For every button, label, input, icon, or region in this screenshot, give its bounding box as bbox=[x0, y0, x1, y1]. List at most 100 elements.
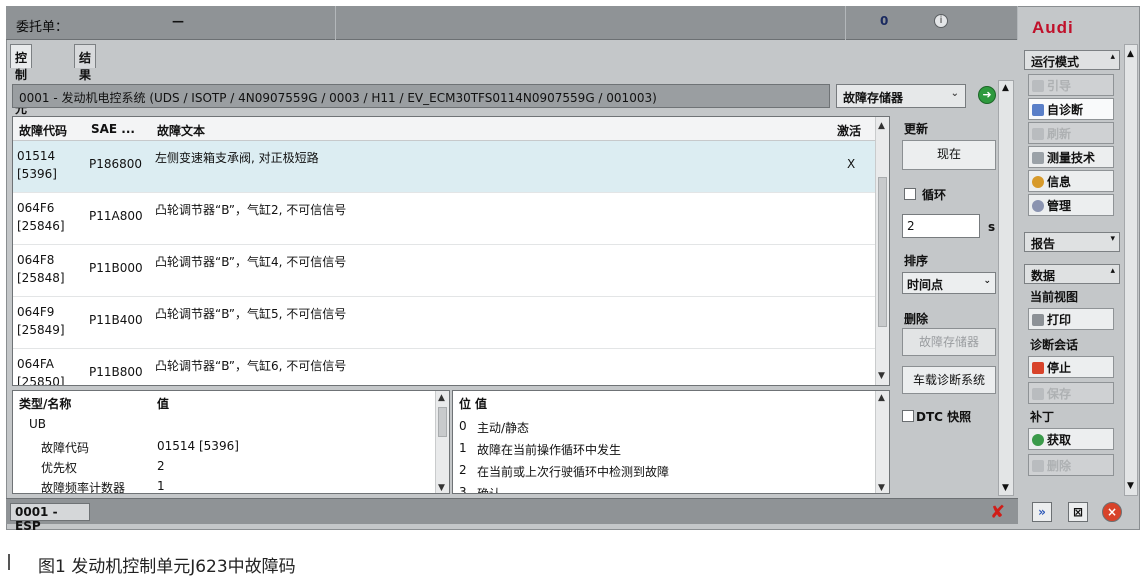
sidebar-item-guided[interactable]: 引导 bbox=[1028, 74, 1114, 96]
scroll-up-icon[interactable]: ▲ bbox=[438, 393, 445, 403]
delete-memory-button[interactable]: 故障存储器 bbox=[902, 328, 996, 356]
env-name: 优先权 bbox=[41, 461, 78, 475]
window-icon[interactable]: ⊠ bbox=[1068, 502, 1088, 522]
sidebar-item-flash[interactable]: 刷新 bbox=[1028, 122, 1114, 144]
delete-icon bbox=[1032, 460, 1044, 472]
fault-row[interactable]: 064F6 [25846] P11A800 凸轮调节器“B”，气缸2, 不可信信号 bbox=[13, 193, 875, 245]
patch-label: 补丁 bbox=[1030, 410, 1055, 424]
exit-icon[interactable]: × bbox=[1102, 502, 1122, 522]
brand-logo: Audi bbox=[1032, 18, 1074, 37]
data-header[interactable]: 数据 ▴ bbox=[1024, 264, 1120, 284]
guided-icon bbox=[1032, 80, 1044, 92]
status-segment bbox=[846, 6, 1018, 40]
fault-row[interactable]: 064F8 [25848] P11B000 凸轮调节器“B”，气缸4, 不可信信号 bbox=[13, 245, 875, 297]
self-diagnosis-icon bbox=[1032, 104, 1044, 116]
detail-left-scrollbar[interactable]: ▲ ▼ bbox=[435, 391, 449, 493]
status-bit: 1 bbox=[459, 441, 467, 455]
mode-title: 运行模式 bbox=[1031, 55, 1080, 69]
expand-icon[interactable]: ▾ bbox=[1110, 234, 1115, 244]
scroll-down-icon[interactable]: ▼ bbox=[878, 483, 885, 493]
fault-text: 左侧变速箱支承阀, 对正极短路 bbox=[155, 151, 319, 165]
fault-text: 凸轮调节器“B”，气缸2, 不可信信号 bbox=[155, 203, 347, 217]
report-title: 报告 bbox=[1031, 237, 1056, 251]
chevron-down-icon: ⌄ bbox=[950, 88, 959, 99]
status-bit: 0 bbox=[459, 419, 467, 433]
sort-select[interactable]: 时间点 ⌄ bbox=[902, 272, 996, 294]
info-icon[interactable]: i bbox=[934, 14, 948, 28]
message-count: 0 bbox=[880, 14, 889, 28]
env-value: 1 bbox=[157, 479, 165, 493]
scroll-down-icon[interactable]: ▼ bbox=[1002, 483, 1009, 493]
interval-input[interactable]: 2 bbox=[902, 214, 980, 238]
collapse-icon[interactable]: ▴ bbox=[1110, 266, 1115, 276]
sidebar-item-measurement[interactable]: 测量技术 bbox=[1028, 146, 1114, 168]
fault-code: 064F8 [25848] bbox=[17, 251, 65, 287]
controls-scrollbar[interactable]: ▲ ▼ bbox=[998, 80, 1014, 496]
fault-sae: P186800 bbox=[89, 157, 143, 171]
tab-results[interactable]: 结果 bbox=[74, 44, 97, 82]
update-now-button[interactable]: 现在 bbox=[902, 140, 996, 170]
sidebar-item-label: 刷新 bbox=[1047, 127, 1072, 141]
save-label: 保存 bbox=[1047, 387, 1072, 401]
status-bar: 0001 - ESP bbox=[6, 498, 1018, 533]
status-bit-text: 确认 bbox=[477, 487, 502, 494]
get-button[interactable]: 获取 bbox=[1028, 428, 1114, 450]
col-sae[interactable]: SAE ... bbox=[91, 122, 135, 136]
memory-select[interactable]: 故障存储器 ⌄ bbox=[836, 84, 966, 108]
patch-delete-button[interactable]: 删除 bbox=[1028, 454, 1114, 476]
figure-caption: 图1 发动机控制单元J623中故障码 bbox=[0, 548, 1143, 578]
go-arrow-icon[interactable]: ➜ bbox=[978, 86, 996, 104]
sidebar-scrollbar[interactable]: ▲ ▼ bbox=[1124, 44, 1138, 496]
obd-button[interactable]: 车载诊断系统 bbox=[902, 366, 996, 394]
print-button[interactable]: 打印 bbox=[1028, 308, 1114, 330]
forward-icon[interactable]: » bbox=[1032, 502, 1052, 522]
col-active[interactable]: 激活 bbox=[837, 122, 861, 139]
scroll-up-icon[interactable]: ▲ bbox=[878, 121, 885, 131]
scroll-thumb[interactable] bbox=[438, 407, 447, 437]
close-icon[interactable]: ✘ bbox=[990, 502, 1005, 523]
fault-row[interactable]: 064FA [25850] P11B800 凸轮调节器“B”，气缸6, 不可信信号 bbox=[13, 349, 875, 385]
scroll-up-icon[interactable]: ▲ bbox=[1127, 49, 1134, 59]
save-button[interactable]: 保存 bbox=[1028, 382, 1114, 404]
env-value: 01514 [5396] bbox=[157, 439, 239, 453]
dtc-snapshot-checkbox[interactable] bbox=[902, 410, 914, 422]
collapse-icon[interactable]: ▴ bbox=[1110, 52, 1115, 62]
print-label: 打印 bbox=[1047, 313, 1072, 327]
fault-sae: P11B400 bbox=[89, 313, 143, 327]
fault-code-value: 064F9 bbox=[17, 305, 55, 319]
fault-code: 064FA [25850] bbox=[17, 355, 65, 385]
fault-code: 064F6 [25846] bbox=[17, 199, 65, 235]
status-bit-text: 在当前或上次行驶循环中检测到故障 bbox=[477, 465, 670, 479]
sidebar-item-label: 引导 bbox=[1047, 79, 1072, 93]
detail-right-scrollbar[interactable]: ▲ ▼ bbox=[875, 391, 889, 493]
fault-sae: P11B000 bbox=[89, 261, 143, 275]
fault-table-scrollbar[interactable]: ▲ ▼ bbox=[875, 117, 889, 385]
col-text[interactable]: 故障文本 bbox=[157, 122, 205, 139]
sort-select-value: 时间点 bbox=[907, 278, 944, 292]
fault-code-value: 064F8 bbox=[17, 253, 55, 267]
mode-header[interactable]: 运行模式 ▴ bbox=[1024, 50, 1120, 70]
sort-title: 排序 bbox=[904, 254, 929, 268]
control-unit-selector[interactable]: 0001 - 发动机电控系统 (UDS / ISOTP / 4N0907559G… bbox=[12, 84, 830, 108]
scroll-up-icon[interactable]: ▲ bbox=[878, 393, 885, 403]
scroll-up-icon[interactable]: ▲ bbox=[1002, 83, 1009, 93]
scroll-down-icon[interactable]: ▼ bbox=[1127, 481, 1134, 491]
scroll-thumb[interactable] bbox=[878, 177, 887, 327]
scroll-down-icon[interactable]: ▼ bbox=[438, 483, 445, 493]
fault-row[interactable]: 01514 [5396] P186800 左侧变速箱支承阀, 对正极短路 X bbox=[13, 141, 875, 193]
group-label: UB bbox=[29, 417, 47, 431]
scroll-down-icon[interactable]: ▼ bbox=[878, 371, 885, 381]
status-tab-esp[interactable]: 0001 - ESP bbox=[10, 503, 90, 533]
data-title: 数据 bbox=[1031, 269, 1056, 283]
col-code[interactable]: 故障代码 bbox=[19, 122, 67, 139]
sidebar-item-info[interactable]: 信息 bbox=[1028, 170, 1114, 192]
report-header[interactable]: 报告 ▾ bbox=[1024, 232, 1120, 252]
caption-text: 图1 发动机控制单元J623中故障码 bbox=[38, 557, 296, 577]
sidebar-item-admin[interactable]: 管理 bbox=[1028, 194, 1114, 216]
status-bit-text: 故障在当前操作循环中发生 bbox=[477, 443, 622, 457]
loop-checkbox[interactable] bbox=[904, 188, 916, 200]
fault-row[interactable]: 064F9 [25849] P11B400 凸轮调节器“B”，气缸5, 不可信信号 bbox=[13, 297, 875, 349]
tab-control-unit[interactable]: 控制单元 bbox=[10, 44, 33, 116]
sidebar-item-self-diagnosis[interactable]: 自诊断 bbox=[1028, 98, 1114, 120]
stop-button[interactable]: 停止 bbox=[1028, 356, 1114, 378]
